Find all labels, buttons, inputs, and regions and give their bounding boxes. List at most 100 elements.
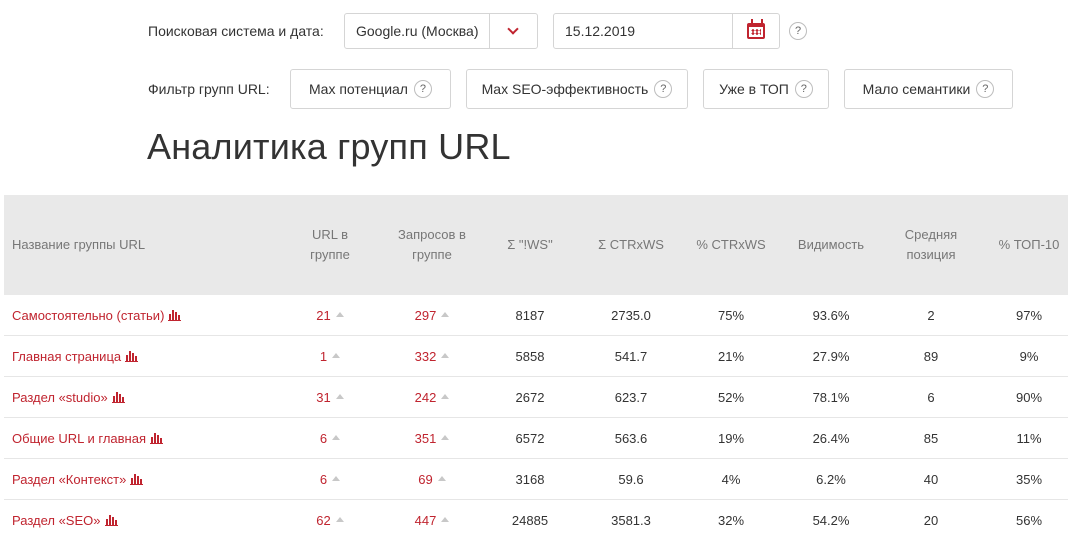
search-engine-label-text: Поисковая система и дата: [148,23,324,39]
cell-value: 6 [927,389,935,405]
cell-value: 20 [923,512,939,528]
cell-value: 59.6 [618,471,644,487]
group-name-link[interactable]: Раздел «studio» [12,390,108,405]
cell-visibility: 54.2% [786,500,876,535]
cell-avg-pos: 2 [890,295,972,335]
group-name-link[interactable]: Общие URL и главная [12,431,146,446]
help-icon[interactable]: ? [794,80,813,98]
cell-queries[interactable]: 69 [384,459,480,499]
help-icon[interactable]: ? [789,22,807,40]
triangle-up-icon [335,516,344,522]
cell-value: 62 [316,512,331,528]
help-icon[interactable]: ? [976,80,995,98]
cell-queries[interactable]: 447 [384,500,480,535]
cell-value: 21% [717,348,745,364]
search-engine-dropdown-button[interactable] [489,14,537,48]
cell-ws: 6572 [490,418,570,458]
cell-name[interactable]: Общие URL и главная [12,418,272,458]
search-engine-select[interactable]: Google.ru (Москва) [344,13,538,49]
triangle-up-icon [441,516,450,522]
cell-queries[interactable]: 351 [384,418,480,458]
date-picker[interactable]: 15.12.2019 [553,13,780,49]
cell-value: 447 [414,512,437,528]
col-header-pct-ctrws[interactable]: % CTRxWS [688,195,774,295]
cell-value: 351 [414,430,437,446]
cell-visibility: 78.1% [786,377,876,417]
cell-ws: 2672 [490,377,570,417]
group-name-link[interactable]: Раздел «SEO» [12,513,101,528]
cell-queries[interactable]: 242 [384,377,480,417]
table-row: Самостоятельно (статьи) 21 297 8187 2735.0 75… [4,295,1068,336]
url-groups-table: Название группы URL URL в группе Запросо… [4,195,1068,535]
help-icon[interactable]: ? [413,80,432,98]
search-engine-value[interactable]: Google.ru (Москва) [345,14,489,48]
triangle-up-icon [332,475,341,481]
bar-chart-icon[interactable] [130,473,144,485]
bar-chart-icon[interactable] [111,391,125,403]
cell-urls[interactable]: 62 [294,500,366,535]
cell-avg-pos: 40 [890,459,972,499]
cell-value: 297 [414,307,437,323]
cell-value: 69 [418,471,433,487]
col-header-name[interactable]: Название группы URL [12,195,212,295]
cell-name[interactable]: Раздел «SEO» [12,500,272,535]
col-header-visibility[interactable]: Видимость [786,195,876,295]
cell-avg-pos: 20 [890,500,972,535]
col-header-urls[interactable]: URL в группе [294,195,366,295]
group-name-link[interactable]: Раздел «Контекст» [12,472,126,487]
cell-name[interactable]: Самостоятельно (статьи) [12,295,272,335]
cell-urls[interactable]: 1 [294,336,366,376]
col-header-avg-position[interactable]: Средняя позиция [890,195,972,295]
triangle-up-icon [437,475,446,481]
col-header-ctrws[interactable]: Σ CTRxWS [584,195,678,295]
cell-urls[interactable]: 21 [294,295,366,335]
page-title: Аналитика групп URL [147,126,511,167]
table-header: Название группы URL URL в группе Запросо… [4,195,1068,295]
triangle-up-icon [441,352,450,358]
cell-urls[interactable]: 6 [294,418,366,458]
group-name-link[interactable]: Самостоятельно (статьи) [12,308,164,323]
cell-name[interactable]: Раздел «Контекст» [12,459,272,499]
table-row: Общие URL и главная 6 351 6572 563.6 19% 26.4%… [4,418,1068,459]
cell-name[interactable]: Раздел «studio» [12,377,272,417]
cell-value: 78.1% [812,389,850,405]
cell-value: 332 [414,348,437,364]
cell-queries[interactable]: 332 [384,336,480,376]
cell-urls[interactable]: 6 [294,459,366,499]
calendar-button[interactable] [732,14,779,48]
cell-ctrws: 563.6 [584,418,678,458]
cell-value: 27.9% [812,348,850,364]
cell-ctrws: 59.6 [584,459,678,499]
cell-pct-ctr: 4% [688,459,774,499]
triangle-up-icon [441,393,450,399]
cell-value: 4% [721,471,741,487]
cell-name[interactable]: Главная страница [12,336,272,376]
triangle-up-icon [335,311,344,317]
cell-avg-pos: 6 [890,377,972,417]
cell-urls[interactable]: 31 [294,377,366,417]
col-header-queries[interactable]: Запросов в группе [384,195,480,295]
filter-max-potential-button[interactable]: Max потенциал ? [290,69,451,109]
group-name-link[interactable]: Главная страница [12,349,121,364]
filter-max-seo-button[interactable]: Max SEO-эффективность ? [466,69,688,109]
cell-value: 97% [1015,307,1043,323]
cell-pct-ctr: 75% [688,295,774,335]
help-icon[interactable]: ? [654,80,673,98]
cell-value: 40 [923,471,939,487]
bar-chart-icon[interactable] [125,350,139,362]
bar-chart-icon[interactable] [150,432,163,444]
filter-in-top-button[interactable]: Уже в ТОП ? [703,69,829,109]
cell-value: 6572 [515,430,545,446]
cell-value: 56% [1015,512,1043,528]
cell-ws: 24885 [490,500,570,535]
bar-chart-icon[interactable] [168,309,182,321]
bar-chart-icon[interactable] [104,514,118,526]
cell-pct-ctr: 52% [688,377,774,417]
table-row: Раздел «studio» 31 242 2672 623.7 52% 78.1% 6 90… [4,377,1068,418]
cell-queries[interactable]: 297 [384,295,480,335]
filter-low-semantics-button[interactable]: Мало семантики ? [844,69,1013,109]
cell-value: 6 [319,471,328,487]
date-input[interactable]: 15.12.2019 [554,14,732,48]
col-header-ws[interactable]: Σ "!WS" [490,195,570,295]
col-header-top10[interactable]: % ТОП-10 [990,195,1068,295]
